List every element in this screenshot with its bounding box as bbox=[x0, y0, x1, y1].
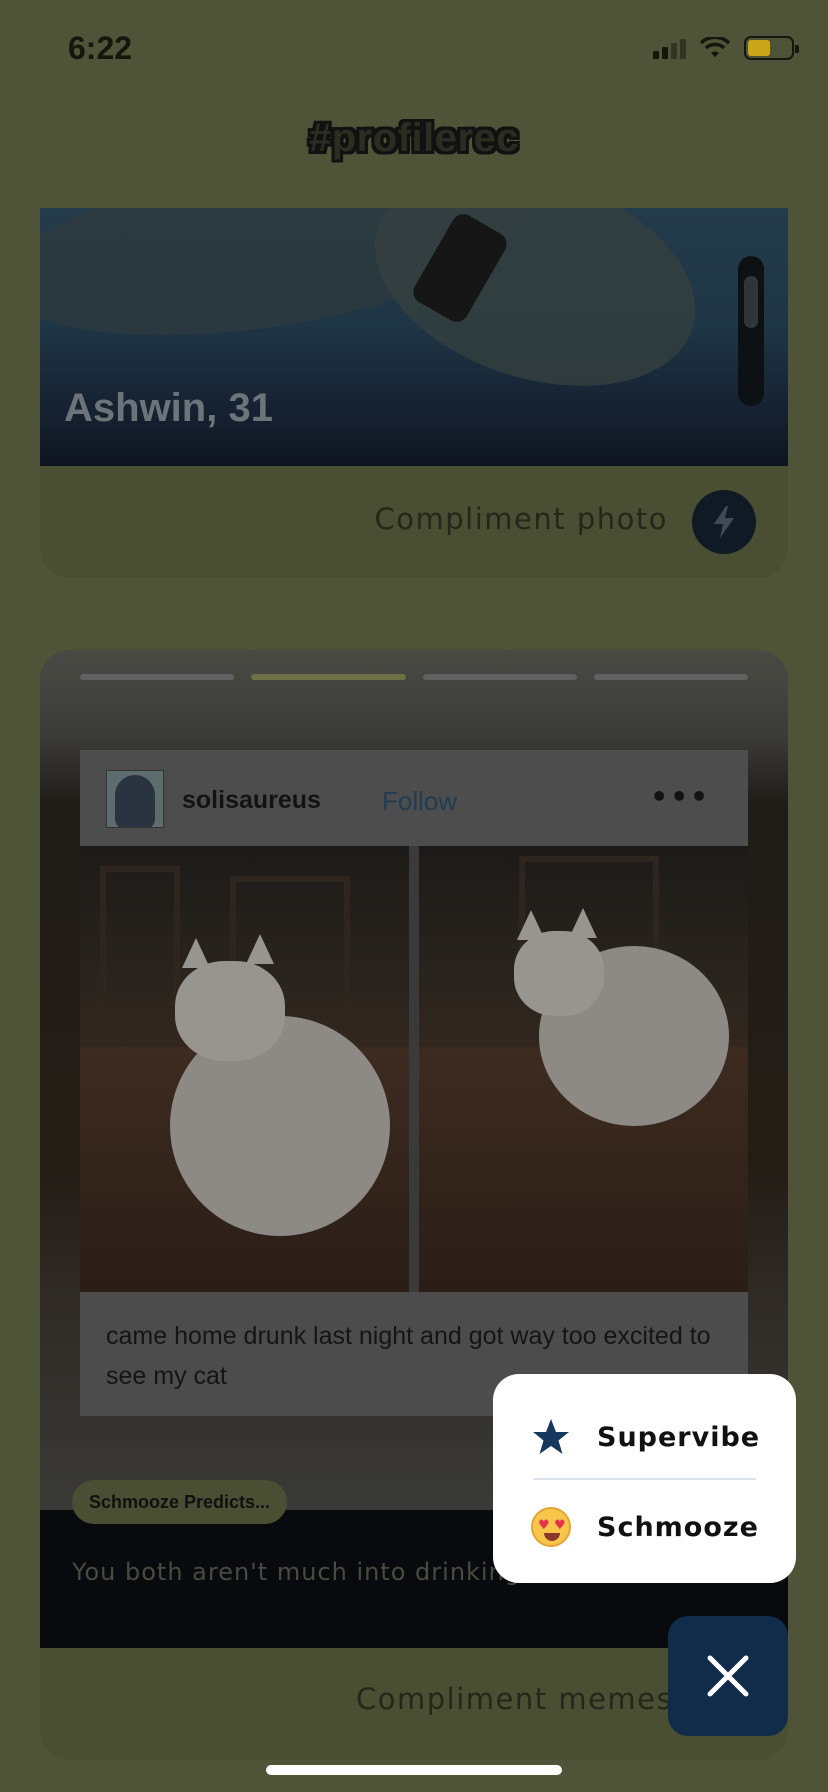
follow-link[interactable]: Follow bbox=[382, 786, 457, 817]
schmooze-label: Schmooze bbox=[597, 1511, 759, 1543]
close-button[interactable] bbox=[668, 1616, 788, 1736]
post-username[interactable]: solisaureus bbox=[182, 786, 321, 815]
supervibe-option[interactable]: Supervibe bbox=[493, 1392, 796, 1482]
cellular-signal-icon bbox=[653, 37, 686, 59]
profile-photo-card[interactable]: Ashwin, 31 Compliment photo bbox=[40, 208, 788, 578]
compliment-memes-label[interactable]: Compliment memes bbox=[356, 1682, 673, 1716]
embedded-post: solisaureus Follow ••• came home drunk l… bbox=[80, 750, 748, 1416]
compliment-photo-button[interactable] bbox=[692, 490, 756, 554]
post-avatar[interactable] bbox=[106, 770, 164, 828]
cat-photo-left bbox=[80, 846, 409, 1292]
close-icon bbox=[707, 1655, 749, 1697]
compliment-photo-row[interactable]: Compliment photo bbox=[40, 466, 788, 578]
story-segment-active[interactable] bbox=[251, 674, 406, 680]
page-title: #profilerec bbox=[308, 116, 520, 160]
compliment-photo-label[interactable]: Compliment photo bbox=[375, 502, 668, 536]
story-segment[interactable] bbox=[593, 674, 748, 680]
story-segment[interactable] bbox=[80, 674, 235, 680]
heart-eyes-emoji-icon: ♥ ♥ bbox=[531, 1507, 571, 1547]
star-icon bbox=[531, 1417, 571, 1457]
photo-scroll-thumb[interactable] bbox=[744, 276, 758, 328]
profile-name-age: Ashwin, 31 bbox=[64, 386, 273, 430]
story-segment[interactable] bbox=[422, 674, 577, 680]
post-image-grid bbox=[80, 846, 748, 1292]
status-bar: 6:22 bbox=[0, 0, 828, 100]
story-progress-bars bbox=[80, 674, 748, 680]
popup-divider bbox=[533, 1478, 756, 1480]
status-time: 6:22 bbox=[68, 30, 133, 66]
status-icons bbox=[653, 36, 799, 60]
cat-photo-right bbox=[419, 846, 748, 1292]
schmooze-option[interactable]: ♥ ♥ Schmooze bbox=[493, 1482, 796, 1572]
supervibe-label: Supervibe bbox=[597, 1421, 761, 1453]
profile-photo[interactable]: Ashwin, 31 bbox=[40, 208, 788, 466]
reaction-popup: Supervibe ♥ ♥ Schmooze bbox=[493, 1374, 796, 1583]
post-header: solisaureus Follow ••• bbox=[80, 750, 748, 846]
home-indicator[interactable] bbox=[266, 1765, 562, 1775]
prediction-badge: Schmooze Predicts... bbox=[72, 1480, 288, 1524]
prediction-text: You both aren't much into drinking bbox=[72, 1558, 522, 1586]
battery-icon bbox=[744, 36, 799, 60]
wifi-icon bbox=[700, 37, 730, 57]
meme-card[interactable]: solisaureus Follow ••• came home drunk l… bbox=[40, 650, 788, 1760]
lightning-bolt-icon bbox=[714, 506, 734, 538]
more-options-icon[interactable]: ••• bbox=[650, 780, 710, 813]
